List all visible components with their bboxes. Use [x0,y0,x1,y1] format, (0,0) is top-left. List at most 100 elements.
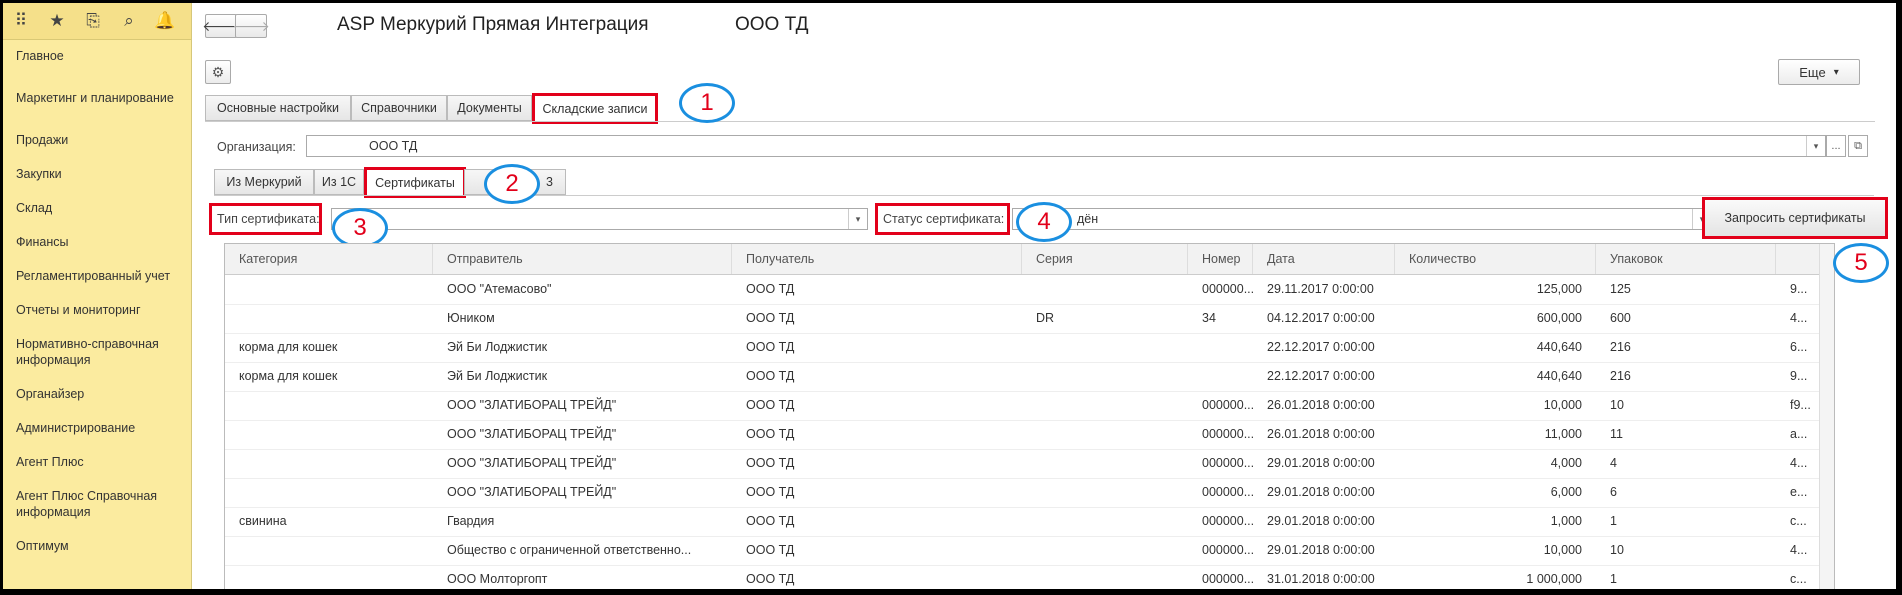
cell-recipient: ООО ТД [746,572,795,586]
sidebar-item-optimum[interactable]: Оптимум [3,529,191,563]
sidebar-item-label: Отчеты и мониторинг [16,303,141,317]
cell-date: 22.12.2017 0:00:00 [1267,369,1375,383]
cell-packages: 6 [1610,485,1617,499]
more-button[interactable]: Еще ▾ [1778,59,1860,85]
app-window: ⠿ ★ ⎘ ⌕ 🔔 Главное Маркетинг и планировани… [3,3,1896,589]
cell-series [1022,565,1188,589]
column-header-category[interactable]: Категория [225,244,433,274]
table-row[interactable]: корма для кошек Эй Би Лоджистик ООО ТД 22.1… [225,362,1834,392]
forward-button[interactable]: 🡒 [232,14,270,38]
cell-date: 29.01.2018 0:00:00 [1267,514,1375,528]
sidebar-item-agent-plus[interactable]: Агент Плюс [3,445,191,479]
sidebar-item-label: Продажи [16,133,69,147]
tab-basic-settings[interactable]: Основные настройки [205,95,351,121]
tab-from-1c[interactable]: Из 1С [314,169,364,195]
cell-sender: ООО Молторгопт [447,572,548,586]
sidebar-item-reports[interactable]: Отчеты и мониторинг [3,293,191,327]
tab-directories[interactable]: Справочники [351,95,447,121]
cell-number: 000000... [1202,572,1253,586]
open-icon[interactable]: ⧉ [1848,135,1868,157]
marker-5: 5 [1833,243,1889,283]
sidebar-item-main[interactable]: Главное [3,39,191,73]
tab-documents[interactable]: Документы [447,95,532,121]
tab-warehouse-records[interactable]: Складские записи [532,93,658,124]
table-row[interactable]: ООО "ЗЛАТИБОРАЦ ТРЕЙД" ООО ТД 000000... 29.… [225,478,1834,508]
sidebar-item-sales[interactable]: Продажи [3,123,191,157]
table-row[interactable]: корма для кошек Эй Би Лоджистик ООО ТД 22.1… [225,333,1834,363]
certificate-status-value: дён [1077,212,1099,226]
sidebar-item-purchases[interactable]: Закупки [3,157,191,191]
tab-certificates[interactable]: Сертификаты [364,167,466,198]
column-header-quantity[interactable]: Количество [1395,244,1596,274]
cell-series [1022,362,1188,391]
cell-series [1022,275,1188,304]
cell-recipient: ООО ТД [746,340,795,354]
table-row[interactable]: ООО "ЗЛАТИБОРАЦ ТРЕЙД" ООО ТД 000000... 26.… [225,391,1834,421]
cell-date: 29.11.2017 0:00:00 [1267,282,1374,296]
sidebar-item-organizer[interactable]: Органайзер [3,377,191,411]
apps-grid-icon[interactable]: ⠿ [3,11,39,31]
table-row[interactable]: ООО "ЗЛАТИБОРАЦ ТРЕЙД" ООО ТД 000000... 29.… [225,449,1834,479]
table-row[interactable]: ООО "Атемасово" ООО ТД 000000... 29.11.2017… [225,275,1834,305]
sidebar-item-label: Агент Плюс [16,455,84,469]
cell-number: 000000... [1202,427,1253,441]
cell-recipient: ООО ТД [746,543,795,557]
table-header: Категория Отправитель Получатель Серия Номер… [225,244,1834,275]
certificate-type-select[interactable]: В ▾ [331,208,868,230]
sidebar-item-accounting[interactable]: Регламентированный учет [3,259,191,293]
cell-category: свинина [239,514,287,528]
org-select-button[interactable]: ... [1826,135,1846,157]
sidebar-item-warehouse[interactable]: Склад [3,191,191,225]
column-header-sender[interactable]: Отправитель [433,244,732,274]
cell-sender: Гвардия [447,514,495,528]
cell-series [1022,391,1188,420]
cell-quantity: 6,000 [1550,485,1582,499]
sidebar-item-marketing[interactable]: Маркетинг и планирование [3,73,191,123]
favorites-star-icon[interactable]: ★ [39,11,75,31]
table-row[interactable]: Юником ООО ТД DR 34 04.12.2017 0:00:00 600,00… [225,304,1834,334]
cell-series [1022,478,1188,507]
org-field[interactable]: ООО ТД ▾ [306,135,1826,157]
table-row[interactable]: Общество с ограниченной ответственно... О… [225,536,1834,566]
cell-number: 000000... [1202,485,1253,499]
history-icon[interactable]: ⎘ [75,11,111,31]
marker-3: 3 [332,208,388,248]
certificate-status-select[interactable]: дён ▾ [1012,208,1712,230]
column-header-number[interactable]: Номер [1188,244,1253,274]
cell-packages: 10 [1610,398,1624,412]
tab-from-mercury[interactable]: Из Меркурий [214,169,314,195]
column-header-recipient[interactable]: Получатель [732,244,1022,274]
sidebar-item-label: Нормативно-справочная информация [16,337,159,367]
cell-series [1022,536,1188,565]
table-row[interactable]: ООО Молторгопт ООО ТД 000000... 31.01.2018 … [225,565,1834,589]
chevron-down-icon[interactable]: ▾ [1806,136,1825,156]
table-row[interactable]: свинина Гвардия ООО ТД 000000... 29.01.2018 … [225,507,1834,537]
request-certificates-button[interactable]: Запросить сертификаты [1702,197,1888,239]
column-header-date[interactable]: Дата [1253,244,1395,274]
search-icon[interactable]: ⌕ [111,11,147,31]
cell-quantity: 1,000 [1550,514,1582,528]
arrow-right-icon: 🡒 [232,17,270,34]
table-scrollbar[interactable] [1819,244,1834,589]
notifications-bell-icon[interactable]: 🔔 [147,11,183,31]
sidebar-item-admin[interactable]: Администрирование [3,411,191,445]
cell-sender: ООО "ЗЛАТИБОРАЦ ТРЕЙД" [447,398,617,412]
column-header-packages[interactable]: Упаковок [1596,244,1776,274]
cell-category [225,478,433,507]
sidebar-item-agent-plus-reference[interactable]: Агент Плюс Справочная информация [3,479,191,529]
cell-series [1022,449,1188,478]
chevron-down-icon[interactable]: ▾ [848,209,867,229]
cell-number: 000000... [1202,282,1253,296]
cell-number: 000000... [1202,514,1253,528]
cell-sender: Общество с ограниченной ответственно... [447,543,692,557]
cell-number: 000000... [1202,543,1253,557]
sidebar-item-label: Закупки [16,167,62,181]
settings-button[interactable]: ⚙ [205,60,231,84]
certificate-status-label: Статус сертификата: [875,203,1010,235]
chevron-down-icon: ▾ [1833,66,1839,78]
cell-quantity: 440,640 [1536,369,1582,383]
sidebar-item-finance[interactable]: Финансы [3,225,191,259]
column-header-series[interactable]: Серия [1022,244,1188,274]
sidebar-item-reference[interactable]: Нормативно-справочная информация [3,327,191,377]
table-row[interactable]: ООО "ЗЛАТИБОРАЦ ТРЕЙД" ООО ТД 000000... 26.… [225,420,1834,450]
